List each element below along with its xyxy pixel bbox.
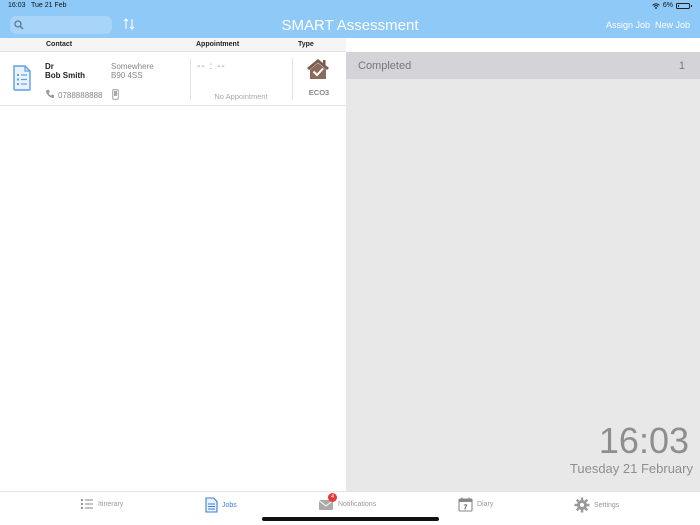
clock-time: 16:03 — [598, 420, 689, 461]
battery-fill — [678, 4, 679, 7]
appointment-status: No Appointment — [214, 92, 268, 101]
house-check-icon — [307, 59, 329, 79]
appointment-time: -- : -- — [197, 61, 226, 72]
page-title: SMART Assessment — [281, 17, 419, 34]
column-header-row: Contact Appointment Type — [0, 38, 346, 52]
calendar-day: 7 — [464, 505, 468, 512]
status-date: Tue 21 Feb — [31, 2, 67, 9]
gear-icon — [574, 497, 590, 513]
tab-notifications[interactable]: 4 Notifications — [318, 493, 377, 511]
contact-address-line1: Somewhere — [111, 62, 154, 71]
tab-label: Notifications — [338, 500, 377, 508]
column-header-type[interactable]: Type — [298, 41, 314, 48]
column-header-appointment[interactable]: Appointment — [196, 41, 239, 48]
completed-count: 1 — [678, 60, 685, 72]
tab-label: Settings — [594, 501, 620, 509]
contact-phone[interactable]: 0788888888 — [58, 91, 103, 100]
mobile-phone-icon[interactable] — [112, 89, 119, 100]
phone-icon[interactable] — [45, 89, 55, 99]
column-header-contact[interactable]: Contact — [46, 41, 72, 48]
job-document-icon — [13, 65, 31, 91]
battery-percent: 6% — [662, 2, 673, 9]
app-header: 16:03 Tue 21 Feb 6% SMART Assessment Ass… — [0, 0, 700, 38]
job-row[interactable]: Dr Bob Smith Somewhere B90 4SS 078888888… — [0, 52, 346, 106]
clock-date: Tuesday 21 February — [569, 461, 693, 476]
tab-label: Itinerary — [98, 500, 124, 508]
status-time: 16:03 — [8, 2, 26, 9]
status-indicators: 6% — [652, 2, 692, 9]
list-icon — [81, 499, 93, 509]
wifi-icon — [652, 2, 660, 9]
tab-label: Jobs — [222, 501, 237, 509]
completed-label: Completed — [358, 60, 412, 72]
completed-section-header[interactable]: Completed 1 — [346, 52, 700, 79]
detail-top-strip — [346, 38, 700, 52]
contact-name: Bob Smith — [45, 71, 85, 80]
notification-badge: 4 — [328, 493, 337, 502]
contact-address-line2: B90 4SS — [111, 71, 143, 80]
detail-panel: Completed 1 16:03 Tuesday 21 February — [346, 52, 700, 491]
contact-title: Dr — [45, 62, 54, 71]
tab-label: Diary — [477, 501, 494, 508]
assign-job-button[interactable]: Assign Job — [606, 20, 650, 30]
battery-icon — [676, 2, 692, 9]
home-indicator[interactable] — [262, 517, 439, 521]
calendar-icon: 7 — [458, 497, 473, 512]
new-job-button[interactable]: New Job — [655, 20, 690, 30]
notifications-icon-wrapper: 4 — [318, 493, 337, 511]
tab-diary[interactable]: 7 Diary — [458, 497, 493, 512]
document-icon — [205, 497, 218, 513]
tab-itinerary[interactable]: Itinerary — [80, 497, 123, 511]
tab-jobs[interactable]: Jobs — [205, 497, 237, 513]
job-type-label: ECO3 — [308, 88, 330, 97]
tab-settings[interactable]: Settings — [574, 497, 619, 513]
